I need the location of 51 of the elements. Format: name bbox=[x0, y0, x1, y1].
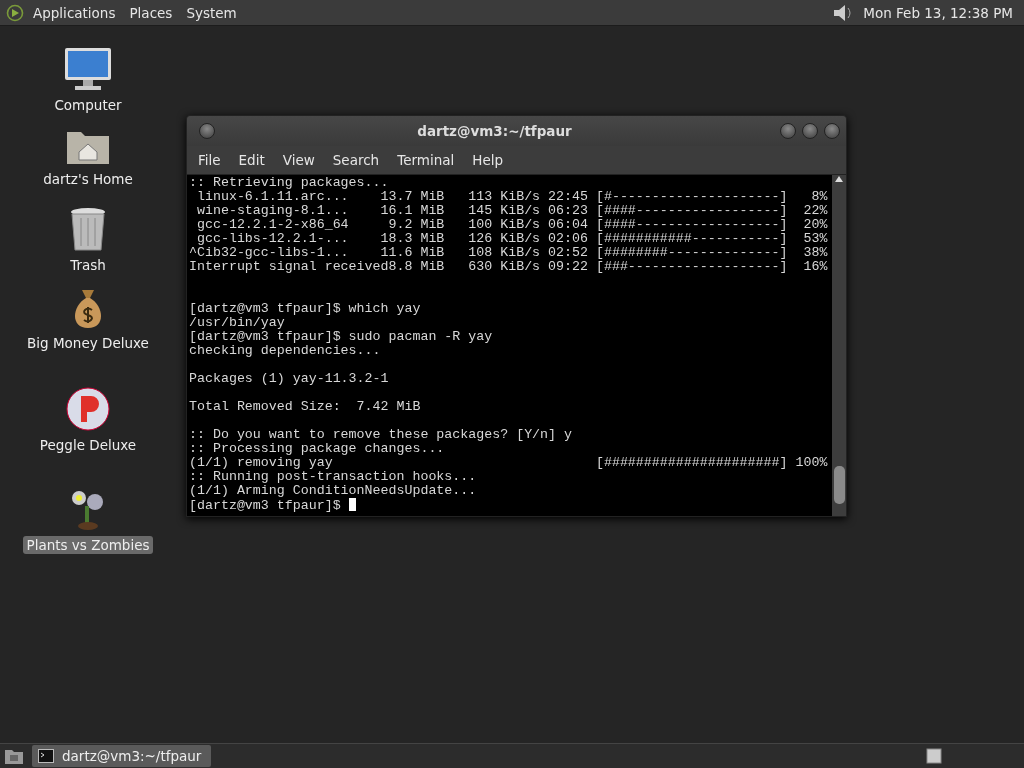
scroll-up-arrow-icon[interactable] bbox=[834, 175, 844, 183]
maximize-button[interactable] bbox=[802, 123, 818, 139]
terminal-line: :: Running post-transaction hooks... bbox=[189, 470, 478, 484]
terminal-line: ^Cib32-gcc-libs-1... 11.6 MiB 108 KiB/s 02:52 [########--------------] 38% bbox=[189, 246, 829, 260]
terminal-line: Interrupt signal received8.8 MiB 630 KiB/s 09:22 [###-------------------] 16% bbox=[189, 260, 829, 274]
desktop-icon-label[interactable]: dartz's Home bbox=[39, 170, 137, 188]
menu-item[interactable]: View bbox=[273, 150, 324, 170]
desktop-icon-label[interactable]: Peggle Deluxe bbox=[35, 436, 141, 454]
panel-menu[interactable]: Applications bbox=[28, 2, 121, 23]
terminal-line: gcc-12.2.1-2-x86_64 9.2 MiB 100 KiB/s 06:04 [####------------------] 20% bbox=[195, 218, 829, 232]
terminal-line: [dartz@vm3 tfpaur]$ sudo pacman -R yay bbox=[189, 330, 494, 344]
window-title: dartz@vm3:~/tfpaur bbox=[416, 123, 573, 139]
desktop-icon-label[interactable]: Big Money Deluxe bbox=[23, 334, 153, 352]
panel-menu[interactable]: Places bbox=[124, 2, 178, 23]
menu-item[interactable]: Help bbox=[463, 150, 513, 170]
close-button[interactable] bbox=[824, 123, 840, 139]
terminal-line: :: Do you want to remove these packages? [Y/n] y bbox=[189, 428, 573, 442]
distro-logo-icon[interactable] bbox=[6, 3, 24, 22]
terminal-line: /usr/bin/yay bbox=[189, 316, 286, 330]
ball-icon[interactable] bbox=[65, 386, 111, 432]
terminal-line: :: Processing package changes... bbox=[189, 442, 446, 456]
show-desktop-icon[interactable] bbox=[4, 747, 24, 765]
trash-icon[interactable] bbox=[68, 206, 108, 252]
terminal-line: Packages (1) yay-11.3.2-1 bbox=[189, 372, 390, 386]
terminal-line: (1/1) removing yay [######################] 100% bbox=[189, 456, 829, 470]
workspace-icon[interactable] bbox=[926, 748, 942, 764]
panel-menu[interactable]: System bbox=[181, 2, 242, 23]
terminal-line: checking dependencies... bbox=[189, 344, 382, 358]
terminal-icon bbox=[38, 749, 54, 763]
terminal-line: Total Removed Size: 7.42 MiB bbox=[189, 400, 422, 414]
scrollbar[interactable] bbox=[832, 175, 846, 516]
desktop-icon-label[interactable]: Plants vs Zombies bbox=[22, 536, 154, 554]
menu-item[interactable]: File bbox=[189, 150, 230, 170]
taskbar-task[interactable]: dartz@vm3:~/tfpaur bbox=[32, 745, 212, 767]
menu-item[interactable]: Edit bbox=[229, 150, 274, 170]
terminal-line: :: Retrieving packages... bbox=[189, 176, 390, 190]
desktop-icon-label[interactable]: Computer bbox=[50, 96, 126, 114]
menu-item[interactable]: Search bbox=[323, 150, 389, 170]
terminal-line: linux-6.1.11.arc... 13.7 MiB 113 KiB/s 22:45 [#---------------------] 8% bbox=[195, 190, 829, 204]
monitor-icon[interactable] bbox=[63, 46, 113, 92]
desktop-icon-label[interactable]: Trash bbox=[66, 256, 110, 274]
terminal-line: gcc-libs-12.2.1-... 18.3 MiB 126 KiB/s 02:06 [###########-----------] 53% bbox=[195, 232, 829, 246]
terminal-line: (1/1) Arming ConditionNeedsUpdate... bbox=[189, 484, 478, 498]
terminal-line: [dartz@vm3 tfpaur]$ which yay bbox=[189, 302, 422, 316]
minimize-button[interactable] bbox=[780, 123, 796, 139]
scrollbar-thumb[interactable] bbox=[833, 466, 845, 504]
clock[interactable]: Mon Feb 13, 12:38 PM bbox=[858, 2, 1018, 23]
terminal-line: wine-staging-8.1... 16.1 MiB 145 KiB/s 06:23 [####------------------] 22% bbox=[195, 204, 829, 218]
terminal-prompt: [dartz@vm3 tfpaur]$ bbox=[189, 498, 342, 513]
window-menu-button[interactable] bbox=[199, 123, 215, 139]
menu-item[interactable]: Terminal bbox=[388, 150, 464, 170]
